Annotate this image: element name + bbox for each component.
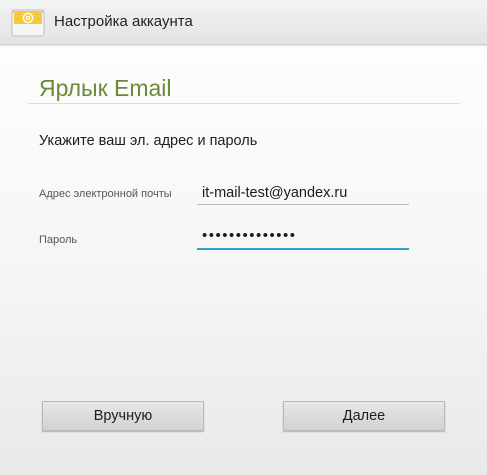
email-field[interactable]: it-mail-test@yandex.ru — [197, 183, 409, 205]
title-divider — [28, 103, 460, 104]
next-button[interactable]: Далее — [283, 401, 445, 431]
password-field-value[interactable]: •••••••••••••• — [197, 227, 409, 247]
email-field-value[interactable]: it-mail-test@yandex.ru — [197, 183, 409, 203]
action-bar: Настройка аккаунта — [0, 0, 487, 45]
manual-setup-button[interactable]: Вручную — [42, 401, 204, 431]
action-bar-title: Настройка аккаунта — [54, 13, 193, 30]
password-field[interactable]: •••••••••••••• — [197, 227, 409, 250]
section-title: Ярлык Email — [39, 75, 172, 101]
password-label: Пароль — [39, 234, 78, 246]
password-field-underline — [197, 248, 409, 250]
email-label: Адрес электронной почты — [39, 188, 172, 200]
email-field-underline — [197, 204, 409, 205]
email-app-icon — [11, 9, 45, 37]
instruction-text: Укажите ваш эл. адрес и пароль — [39, 133, 258, 149]
